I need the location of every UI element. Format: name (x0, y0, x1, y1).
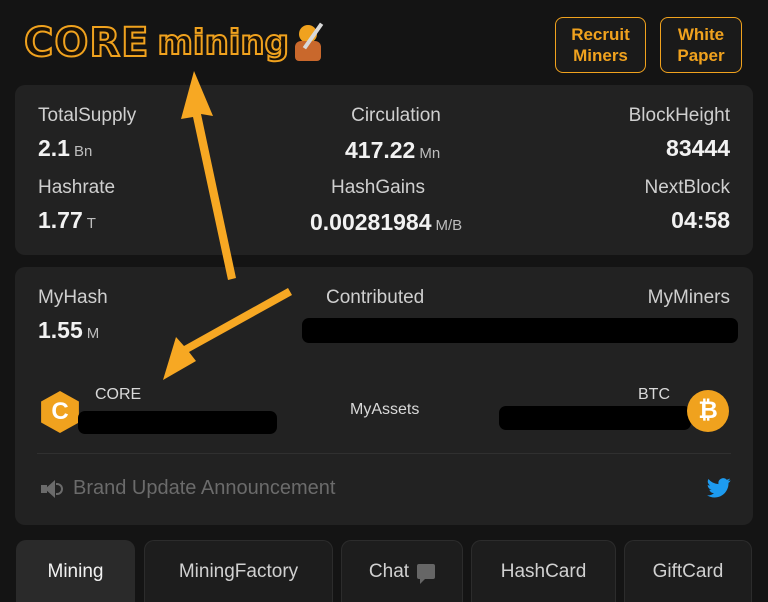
myminers-label: MyMiners (647, 287, 730, 308)
divider (37, 453, 731, 454)
contributed-label: Contributed (326, 287, 425, 308)
hashrate-unit: T (86, 215, 96, 232)
twitter-icon[interactable] (707, 478, 731, 498)
next-block-stat: NextBlock 04:58 (644, 177, 730, 234)
block-height-label: BlockHeight (628, 105, 730, 126)
circulation-unit: Mn (419, 145, 441, 162)
tab-hashcard[interactable]: HashCard (471, 540, 616, 602)
hashrate-stat: Hashrate 1.77 T (38, 177, 115, 234)
hash-gains-unit: M/B (435, 217, 463, 234)
redacted-btc-balance (499, 406, 691, 430)
logo-mining-text: mining (156, 23, 289, 63)
network-stats-card: TotalSupply 2.1 Bn Circulation 417.22 Mn B… (15, 85, 753, 255)
core-asset-label: CORE (95, 386, 142, 403)
hash-gains-value-wrap: 0.00281984 M/B (310, 209, 462, 236)
recruit-miners-button[interactable]: Recruit Miners (555, 17, 646, 73)
hashrate-value: 1.77 (38, 207, 83, 233)
myminers-stat: MyMiners (648, 287, 730, 309)
total-supply-label: TotalSupply (38, 105, 137, 126)
block-height-value: 83444 (666, 135, 730, 161)
tab-mining-factory[interactable]: MiningFactory (144, 540, 333, 602)
my-mining-card: MyHash 1.55 M Contributed MyMiners C CORE… (15, 267, 753, 525)
contributed-stat: Contributed (326, 287, 424, 309)
tab-hashcard-label: HashCard (500, 560, 587, 582)
tab-mining-label: Mining (47, 560, 104, 582)
circulation-value-wrap: 417.22 Mn (345, 137, 440, 164)
announcement-text: Brand Update Announcement (73, 477, 336, 499)
speaker-icon (39, 478, 65, 500)
myhash-unit: M (86, 325, 100, 342)
tab-chat-label: Chat (368, 560, 410, 582)
circulation-stat: Circulation (331, 105, 461, 127)
white-paper-button[interactable]: White Paper (660, 17, 742, 73)
total-supply-stat: TotalSupply 2.1 Bn (38, 105, 136, 162)
bitcoin-icon: ₿ (687, 390, 729, 432)
next-block-label: NextBlock (644, 177, 730, 198)
hash-gains-stat: HashGains (331, 177, 425, 199)
total-supply-value: 2.1 (38, 135, 70, 161)
tab-mining[interactable]: Mining (16, 540, 135, 602)
tab-giftcard-label: GiftCard (652, 560, 724, 582)
chat-icon (417, 564, 436, 584)
redacted-contributed-value (302, 318, 738, 343)
circulation-label: Circulation (351, 105, 441, 126)
block-height-stat: BlockHeight 83444 (629, 105, 730, 162)
myassets-label: MyAssets (350, 401, 420, 418)
core-mining-logo[interactable]: CORE mining (23, 18, 325, 68)
circulation-value: 417.22 (345, 137, 416, 163)
myhash-value: 1.55 (38, 317, 83, 343)
hash-gains-value: 0.00281984 (310, 209, 432, 235)
next-block-value: 04:58 (671, 207, 730, 233)
miner-mascot-icon (291, 21, 325, 65)
tab-giftcard[interactable]: GiftCard (624, 540, 752, 602)
myhash-label: MyHash (38, 287, 108, 308)
redacted-core-balance (78, 411, 277, 434)
btc-asset-label: BTC (638, 386, 670, 403)
hash-gains-label: HashGains (331, 177, 425, 198)
core-coin-icon: C (41, 391, 79, 433)
myhash-stat: MyHash 1.55 M (38, 287, 108, 344)
announcement-link[interactable]: Brand Update Announcement (39, 477, 335, 500)
tab-mining-factory-label: MiningFactory (178, 560, 299, 582)
tab-chat[interactable]: Chat (341, 540, 463, 602)
hashrate-label: Hashrate (38, 177, 116, 198)
total-supply-unit: Bn (73, 143, 93, 160)
logo-core-text: CORE (23, 20, 150, 66)
